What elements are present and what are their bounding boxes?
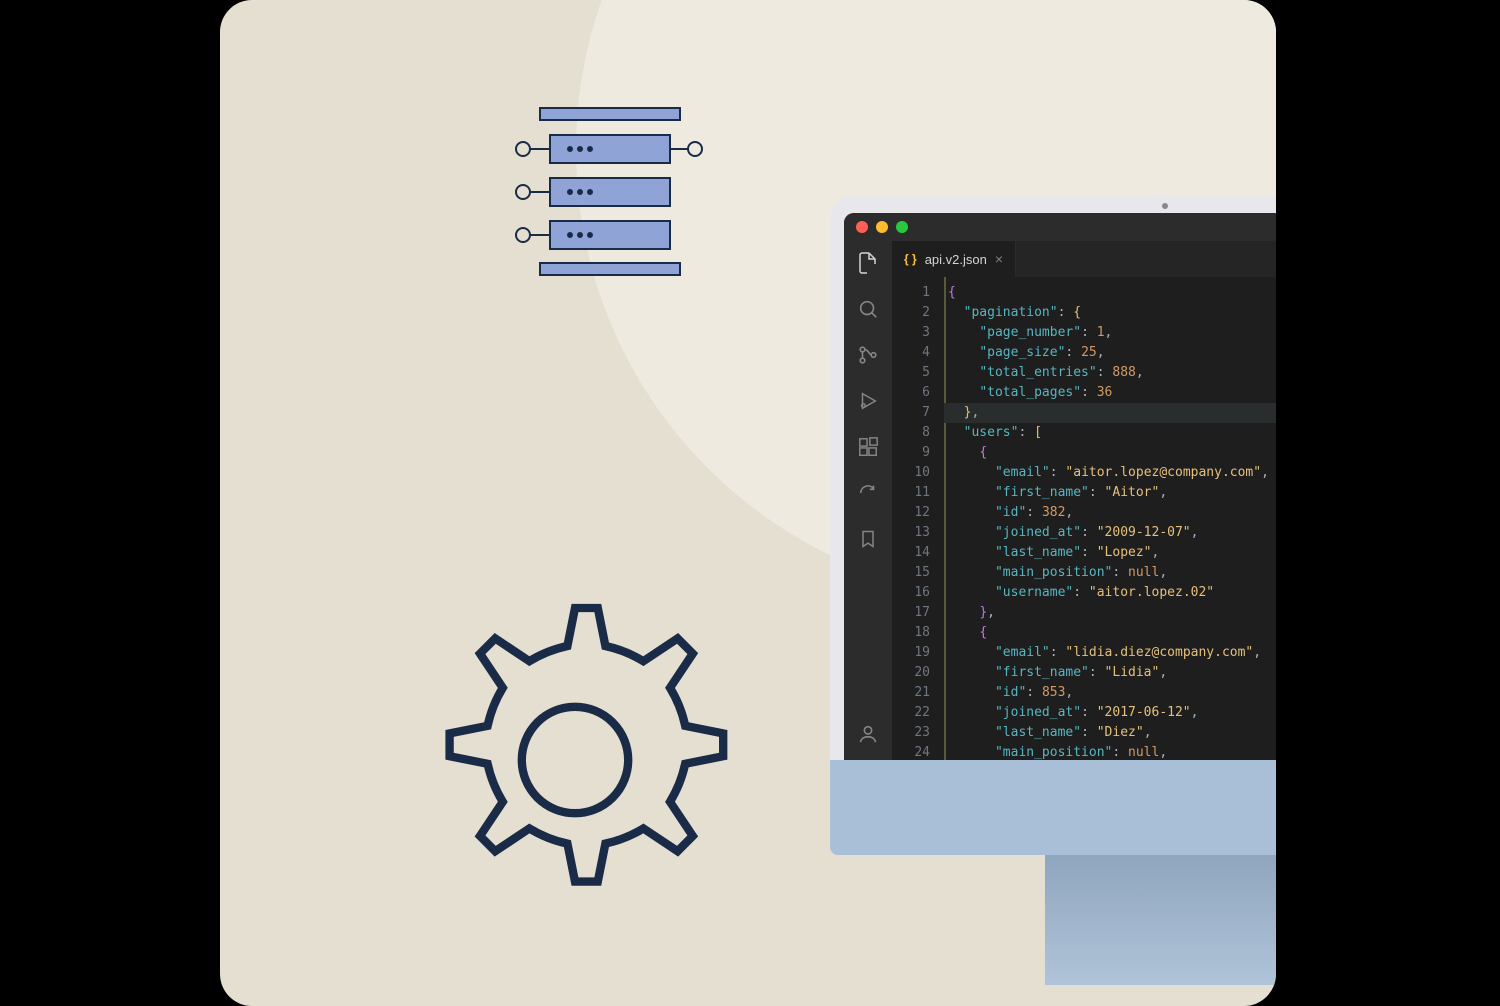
gear-icon [385, 570, 765, 950]
monitor-bezel: api.v2.json [830, 195, 1276, 760]
server-rack-icon [495, 100, 725, 310]
activity-bar [844, 241, 892, 760]
minimize-button[interactable] [876, 221, 888, 233]
code-editor[interactable]: 1 2 3 4 5 6 7 8 9 10 11 [892, 277, 1276, 760]
json-file-icon: { } [904, 252, 917, 266]
camera-dot [1162, 203, 1168, 209]
extensions-icon[interactable] [856, 435, 880, 459]
imac-monitor: api.v2.json [830, 195, 1276, 835]
close-button[interactable] [856, 221, 868, 233]
live-share-icon[interactable] [856, 481, 880, 505]
code-content[interactable]: { "pagination": { "page_number": 1, "pag… [944, 277, 1276, 760]
source-control-icon[interactable] [856, 343, 880, 367]
window-controls [856, 221, 908, 233]
monitor-stand [1045, 855, 1276, 985]
tab-label: api.v2.json [925, 252, 987, 267]
accounts-icon[interactable] [856, 722, 880, 746]
tab-api-json[interactable]: { } api.v2.json × [892, 241, 1016, 277]
explorer-icon[interactable] [856, 251, 880, 275]
search-icon[interactable] [856, 297, 880, 321]
bookmarks-icon[interactable] [856, 527, 880, 551]
editor-area: { } api.v2.json × 1 2 3 4 5 [892, 241, 1276, 760]
titlebar: api.v2.json [844, 213, 1276, 241]
vscode-window: api.v2.json [844, 213, 1276, 760]
close-icon[interactable]: × [995, 251, 1003, 267]
background-card: api.v2.json [220, 0, 1276, 1006]
run-debug-icon[interactable] [856, 389, 880, 413]
maximize-button[interactable] [896, 221, 908, 233]
editor-tabs: { } api.v2.json × [892, 241, 1276, 277]
line-number-gutter: 1 2 3 4 5 6 7 8 9 10 11 [892, 277, 944, 760]
monitor-chin [830, 760, 1276, 855]
